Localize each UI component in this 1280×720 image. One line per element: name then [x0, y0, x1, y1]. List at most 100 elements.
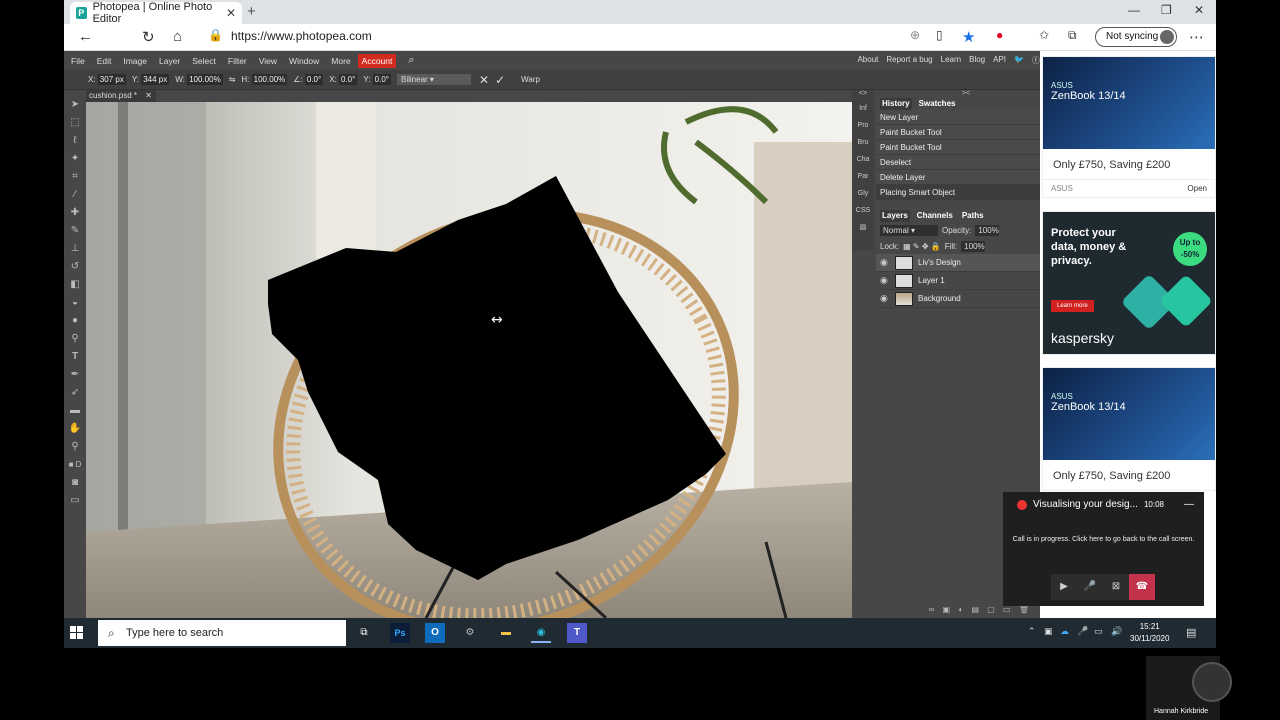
asus-ad[interactable]: ASUS ZenBook 13/14 Only £750, Saving £200… — [1042, 56, 1216, 198]
teams-call-popup[interactable]: Visualising your desig... 10:08 — Call i… — [1003, 492, 1204, 606]
api-link[interactable]: API — [993, 55, 1006, 66]
about-link[interactable]: About — [857, 55, 878, 66]
panel-properties[interactable]: Pro — [852, 117, 874, 134]
tab-swatches[interactable]: Swatches — [917, 98, 958, 110]
layer-row[interactable]: ◉ Background — [876, 290, 1040, 308]
panel-info[interactable]: Inf — [852, 100, 874, 117]
close-document-icon[interactable]: ✕ — [145, 91, 152, 100]
marquee-tool-icon[interactable]: ⬚ — [70, 114, 79, 132]
quick-mask-icon[interactable]: ◙ — [72, 474, 78, 492]
minimize-icon[interactable]: — — [1128, 3, 1140, 17]
color-swap-icon[interactable]: ■ D — [69, 456, 82, 474]
history-item[interactable]: Deselect — [876, 155, 1040, 170]
menu-view[interactable]: View — [259, 56, 277, 66]
y-field[interactable]: Y: 344 px — [132, 74, 170, 85]
visibility-eye-icon[interactable]: ◉ — [880, 293, 890, 304]
close-window-icon[interactable]: ✕ — [1194, 3, 1204, 17]
minimize-icon[interactable]: — — [1184, 499, 1194, 510]
profile-sync-button[interactable]: Not syncing — [1095, 27, 1177, 47]
call-message[interactable]: Call is in progress. Click here to go ba… — [1003, 510, 1204, 543]
visibility-eye-icon[interactable]: ◉ — [880, 257, 890, 268]
menu-file[interactable]: File — [71, 56, 85, 66]
hand-tool-icon[interactable]: ✋ — [69, 420, 81, 438]
back-icon[interactable]: ← — [78, 28, 93, 45]
blur-tool-icon[interactable]: ● — [72, 312, 78, 330]
tab-history[interactable]: History — [880, 98, 912, 110]
warp-button[interactable]: Warp — [521, 75, 540, 84]
canvas-area[interactable]: ↔ — [86, 102, 852, 618]
document-tab[interactable]: cushion.psd * ✕ — [86, 90, 156, 102]
ad-open-button[interactable]: Open — [1187, 184, 1207, 193]
type-tool-icon[interactable]: T — [72, 348, 78, 366]
shape-tool-icon[interactable]: ▬ — [70, 402, 80, 420]
move-tool-icon[interactable]: ➤ — [71, 96, 79, 114]
panel-image-icon[interactable]: ▨ — [852, 219, 874, 236]
cancel-transform-icon[interactable]: ✕ — [479, 73, 489, 87]
bucket-tool-icon[interactable]: ◒ — [72, 294, 78, 312]
stamp-tool-icon[interactable]: ⊥ — [71, 240, 80, 258]
brush-tool-icon[interactable]: ✎ — [71, 222, 79, 240]
interpolation-select[interactable]: Bilinear ▾ — [397, 74, 471, 85]
add-icon[interactable]: ⊕ — [910, 28, 920, 42]
tray-chevron-icon[interactable]: ⌃ — [1028, 626, 1036, 637]
collections-icon[interactable]: ⧉ — [1068, 28, 1077, 43]
history-brush-icon[interactable]: ↺ — [71, 258, 79, 276]
eyedropper-tool-icon[interactable]: ⁄ — [74, 186, 76, 204]
settings-icon[interactable]: ⚙ — [460, 623, 480, 643]
tab-layers[interactable]: Layers — [880, 210, 910, 222]
x-field[interactable]: X: 307 px — [88, 74, 126, 85]
blog-link[interactable]: Blog — [969, 55, 985, 66]
favorite-star-icon[interactable]: ★ — [962, 28, 975, 46]
favorites-icon[interactable]: ✩ — [1039, 28, 1049, 42]
hskew-field[interactable]: X: 0.0° — [329, 74, 358, 85]
microphone-tray-icon[interactable]: 🎤 — [1077, 626, 1088, 637]
lasso-tool-icon[interactable]: ℓ — [73, 132, 76, 150]
edge-icon[interactable]: ◉ — [531, 623, 551, 643]
notifications-icon[interactable]: ▤ — [1186, 626, 1196, 639]
close-tab-icon[interactable]: ✕ — [226, 6, 236, 20]
menu-edit[interactable]: Edit — [97, 56, 112, 66]
opacity-input[interactable]: 100% — [975, 224, 1000, 236]
history-item[interactable]: Delete Layer — [876, 170, 1040, 185]
menu-layer[interactable]: Layer — [159, 56, 180, 66]
panel-paragraph[interactable]: Par — [852, 168, 874, 185]
panel-glyphs[interactable]: Gly — [852, 185, 874, 202]
magic-wand-tool-icon[interactable]: ✦ — [71, 150, 79, 168]
windows-start-icon[interactable] — [70, 626, 84, 640]
tab-channels[interactable]: Channels — [915, 210, 955, 222]
collapse-icon[interactable]: <> — [852, 90, 874, 100]
healing-tool-icon[interactable]: ✚ — [71, 204, 79, 222]
battery-icon[interactable]: ▭ — [1094, 626, 1103, 637]
volume-icon[interactable]: 🔊 — [1111, 626, 1122, 637]
link-icon[interactable]: ⇋ — [229, 75, 236, 84]
teams-icon[interactable]: T — [567, 623, 587, 643]
crop-tool-icon[interactable]: ⌗ — [72, 168, 78, 186]
layer-row[interactable]: ◉ Liv's Design — [876, 254, 1040, 272]
vskew-field[interactable]: Y: 0.0° — [363, 74, 391, 85]
learn-more-button[interactable]: Learn more — [1051, 300, 1094, 312]
path-select-icon[interactable]: ➶ — [71, 384, 79, 402]
microphone-icon[interactable]: 🎤 — [1077, 574, 1103, 600]
commit-transform-icon[interactable]: ✓ — [495, 73, 505, 87]
refresh-icon[interactable]: ↻ — [142, 28, 155, 46]
taskbar-clock[interactable]: 15:21 30/11/2020 — [1130, 621, 1169, 645]
restore-icon[interactable]: ❐ — [1161, 3, 1172, 17]
menu-window[interactable]: Window — [289, 56, 319, 66]
menu-select[interactable]: Select — [192, 56, 216, 66]
kaspersky-ad[interactable]: Protect your data, money & privacy. Up t… — [1042, 211, 1216, 355]
camera-off-icon[interactable]: ▶ — [1051, 574, 1077, 600]
fill-input[interactable]: 100% — [961, 240, 986, 252]
page-icon[interactable]: ▯ — [936, 28, 943, 42]
learn-link[interactable]: Learn — [941, 55, 961, 66]
file-explorer-icon[interactable]: ▬ — [496, 623, 516, 643]
tab-paths[interactable]: Paths — [960, 210, 986, 222]
layer-footer-icons[interactable]: ∞ ▣ ◐ ▤ ▢ ▭ 🗑 — [929, 605, 1032, 614]
panel-brush[interactable]: Bru — [852, 134, 874, 151]
more-icon[interactable]: ⋯ — [1189, 28, 1204, 46]
layer-row[interactable]: ◉ Layer 1 — [876, 272, 1040, 290]
task-view-icon[interactable]: ⧉ — [354, 623, 374, 643]
angle-field[interactable]: ∠: 0.0° — [293, 74, 324, 85]
search-icon[interactable]: ⌕ — [408, 54, 414, 67]
menu-more[interactable]: More — [331, 56, 350, 66]
history-item[interactable]: Paint Bucket Tool — [876, 140, 1040, 155]
